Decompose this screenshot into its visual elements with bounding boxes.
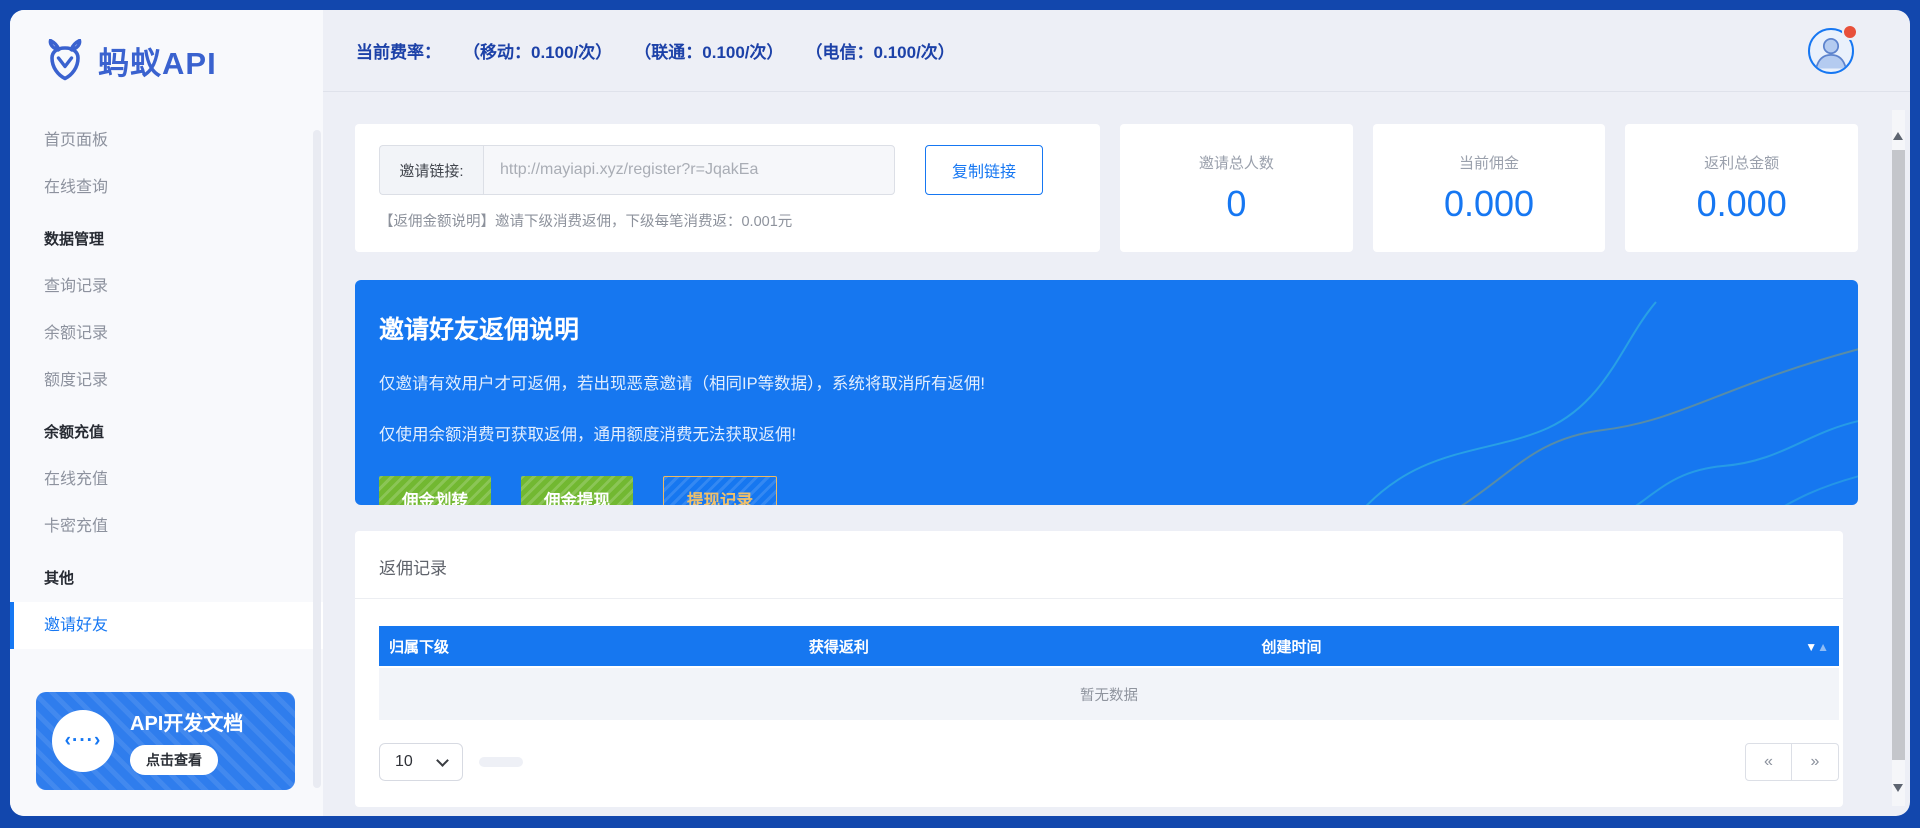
current-rates: 当前费率： （移动：0.100/次） （联通：0.100/次） （电信：0.10… bbox=[356, 38, 955, 63]
stat-label: 邀请总人数 bbox=[1199, 152, 1274, 173]
api-doc-circle: ‹···› bbox=[52, 710, 114, 772]
scrollbar-thumb[interactable] bbox=[1892, 150, 1905, 760]
notification-dot bbox=[1842, 24, 1858, 40]
topbar: 当前费率： （移动：0.100/次） （联通：0.100/次） （电信：0.10… bbox=[323, 10, 1910, 92]
column-header-created: 创建时间 bbox=[1065, 636, 1518, 657]
scroll-up-arrow[interactable] bbox=[1893, 132, 1903, 140]
page-indicator-placeholder bbox=[479, 757, 523, 767]
sidebar-scrollbar[interactable] bbox=[313, 130, 321, 788]
pagination: 10 « » bbox=[379, 743, 1839, 781]
invite-link-group: 邀请链接: http://mayiapi.xyz/register?r=Jqak… bbox=[379, 145, 1076, 195]
commission-transfer-button[interactable]: 佣金划转 bbox=[379, 476, 491, 505]
stat-value: 0.000 bbox=[1697, 183, 1787, 225]
app-logo[interactable]: 蚂蚁API bbox=[10, 10, 323, 83]
sidebar-section-data: 数据管理 bbox=[10, 216, 323, 263]
rebate-note: 【返佣金额说明】邀请下级消费返佣，下级每笔消费返：0.001元 bbox=[379, 210, 1076, 231]
sort-desc-icon[interactable]: ▼ bbox=[1805, 640, 1817, 654]
api-doc-view-button[interactable]: 点击查看 bbox=[130, 745, 218, 775]
chevron-down-icon bbox=[436, 754, 449, 767]
prev-page-button[interactable]: « bbox=[1745, 743, 1792, 781]
rebate-records-card: 返佣记录 归属下级 获得返利 创建时间 ▼▲ 暂无数据 10 « » bbox=[355, 531, 1843, 807]
invite-link-card: 邀请链接: http://mayiapi.xyz/register?r=Jqak… bbox=[355, 124, 1100, 252]
wave-decoration bbox=[1218, 280, 1858, 505]
rate-mobile: （移动：0.100/次） bbox=[463, 38, 612, 63]
stat-card-total-rebate: 返利总金额 0.000 bbox=[1625, 124, 1858, 252]
stat-label: 当前佣金 bbox=[1459, 152, 1519, 173]
ant-logo-icon bbox=[42, 39, 88, 83]
summary-row: 邀请链接: http://mayiapi.xyz/register?r=Jqak… bbox=[355, 124, 1858, 252]
sidebar-item-balance-records[interactable]: 余额记录 bbox=[10, 310, 323, 357]
copy-link-button[interactable]: 复制链接 bbox=[925, 145, 1043, 195]
sidebar-menu: 首页面板 在线查询 数据管理 查询记录 余额记录 额度记录 余额充值 在线充值 … bbox=[10, 117, 323, 649]
main-scrollbar[interactable] bbox=[1892, 110, 1905, 806]
sidebar-item-online-query[interactable]: 在线查询 bbox=[10, 164, 323, 211]
user-avatar[interactable] bbox=[1808, 28, 1854, 74]
sidebar-section-other: 其他 bbox=[10, 555, 323, 602]
main-area: 当前费率： （移动：0.100/次） （联通：0.100/次） （电信：0.10… bbox=[323, 10, 1910, 816]
stat-card-current-commission: 当前佣金 0.000 bbox=[1373, 124, 1606, 252]
invite-link-input[interactable]: http://mayiapi.xyz/register?r=JqakEa bbox=[483, 145, 895, 195]
stat-label: 返利总金额 bbox=[1704, 152, 1779, 173]
api-doc-title: API开发文档 bbox=[130, 707, 243, 736]
rebate-info-banner: 邀请好友返佣说明 仅邀请有效用户才可返佣，若出现恶意邀请（相同IP等数据），系统… bbox=[355, 280, 1858, 505]
sidebar-item-invite-friends[interactable]: 邀请好友 bbox=[10, 602, 323, 649]
scroll-down-arrow[interactable] bbox=[1893, 784, 1903, 792]
column-header-rebate: 获得返利 bbox=[613, 636, 1066, 657]
records-table: 归属下级 获得返利 创建时间 ▼▲ 暂无数据 bbox=[379, 626, 1839, 720]
records-title: 返佣记录 bbox=[355, 531, 1843, 599]
api-doc-banner[interactable]: ‹···› API开发文档 点击查看 bbox=[36, 692, 295, 790]
sidebar-item-online-recharge[interactable]: 在线充值 bbox=[10, 456, 323, 503]
sidebar-item-card-recharge[interactable]: 卡密充值 bbox=[10, 503, 323, 550]
sidebar-item-dashboard[interactable]: 首页面板 bbox=[10, 117, 323, 164]
stat-value: 0.000 bbox=[1444, 183, 1534, 225]
sort-control[interactable]: ▼▲ bbox=[1518, 638, 1839, 655]
stat-card-invite-count: 邀请总人数 0 bbox=[1120, 124, 1353, 252]
column-header-subordinate: 归属下级 bbox=[379, 636, 613, 657]
sidebar: 蚂蚁API 首页面板 在线查询 数据管理 查询记录 余额记录 额度记录 余额充值… bbox=[10, 10, 323, 816]
next-page-button[interactable]: » bbox=[1792, 743, 1839, 781]
rate-label: 当前费率： bbox=[356, 38, 441, 63]
banner-buttons: 佣金划转 佣金提现 提现记录 bbox=[379, 476, 1858, 505]
app-title: 蚂蚁API bbox=[98, 38, 217, 83]
sidebar-section-recharge: 余额充值 bbox=[10, 409, 323, 456]
rate-telecom: （电信：0.100/次） bbox=[806, 38, 955, 63]
sidebar-item-query-records[interactable]: 查询记录 bbox=[10, 263, 323, 310]
pager-buttons: « » bbox=[1745, 743, 1839, 781]
table-header-row: 归属下级 获得返利 创建时间 ▼▲ bbox=[379, 626, 1839, 666]
empty-state: 暂无数据 bbox=[379, 668, 1839, 720]
page-size-value: 10 bbox=[395, 753, 413, 771]
rate-unicom: （联通：0.100/次） bbox=[634, 38, 783, 63]
page-size-select[interactable]: 10 bbox=[379, 743, 463, 781]
sidebar-item-quota-records[interactable]: 额度记录 bbox=[10, 357, 323, 404]
code-icon: ‹···› bbox=[65, 730, 102, 752]
app-window: 蚂蚁API 首页面板 在线查询 数据管理 查询记录 余额记录 额度记录 余额充值… bbox=[10, 10, 1910, 816]
sort-asc-icon[interactable]: ▲ bbox=[1817, 640, 1829, 654]
invite-link-label: 邀请链接: bbox=[379, 145, 483, 195]
stat-value: 0 bbox=[1226, 183, 1246, 225]
withdraw-records-button[interactable]: 提现记录 bbox=[663, 476, 777, 505]
commission-withdraw-button[interactable]: 佣金提现 bbox=[521, 476, 633, 505]
